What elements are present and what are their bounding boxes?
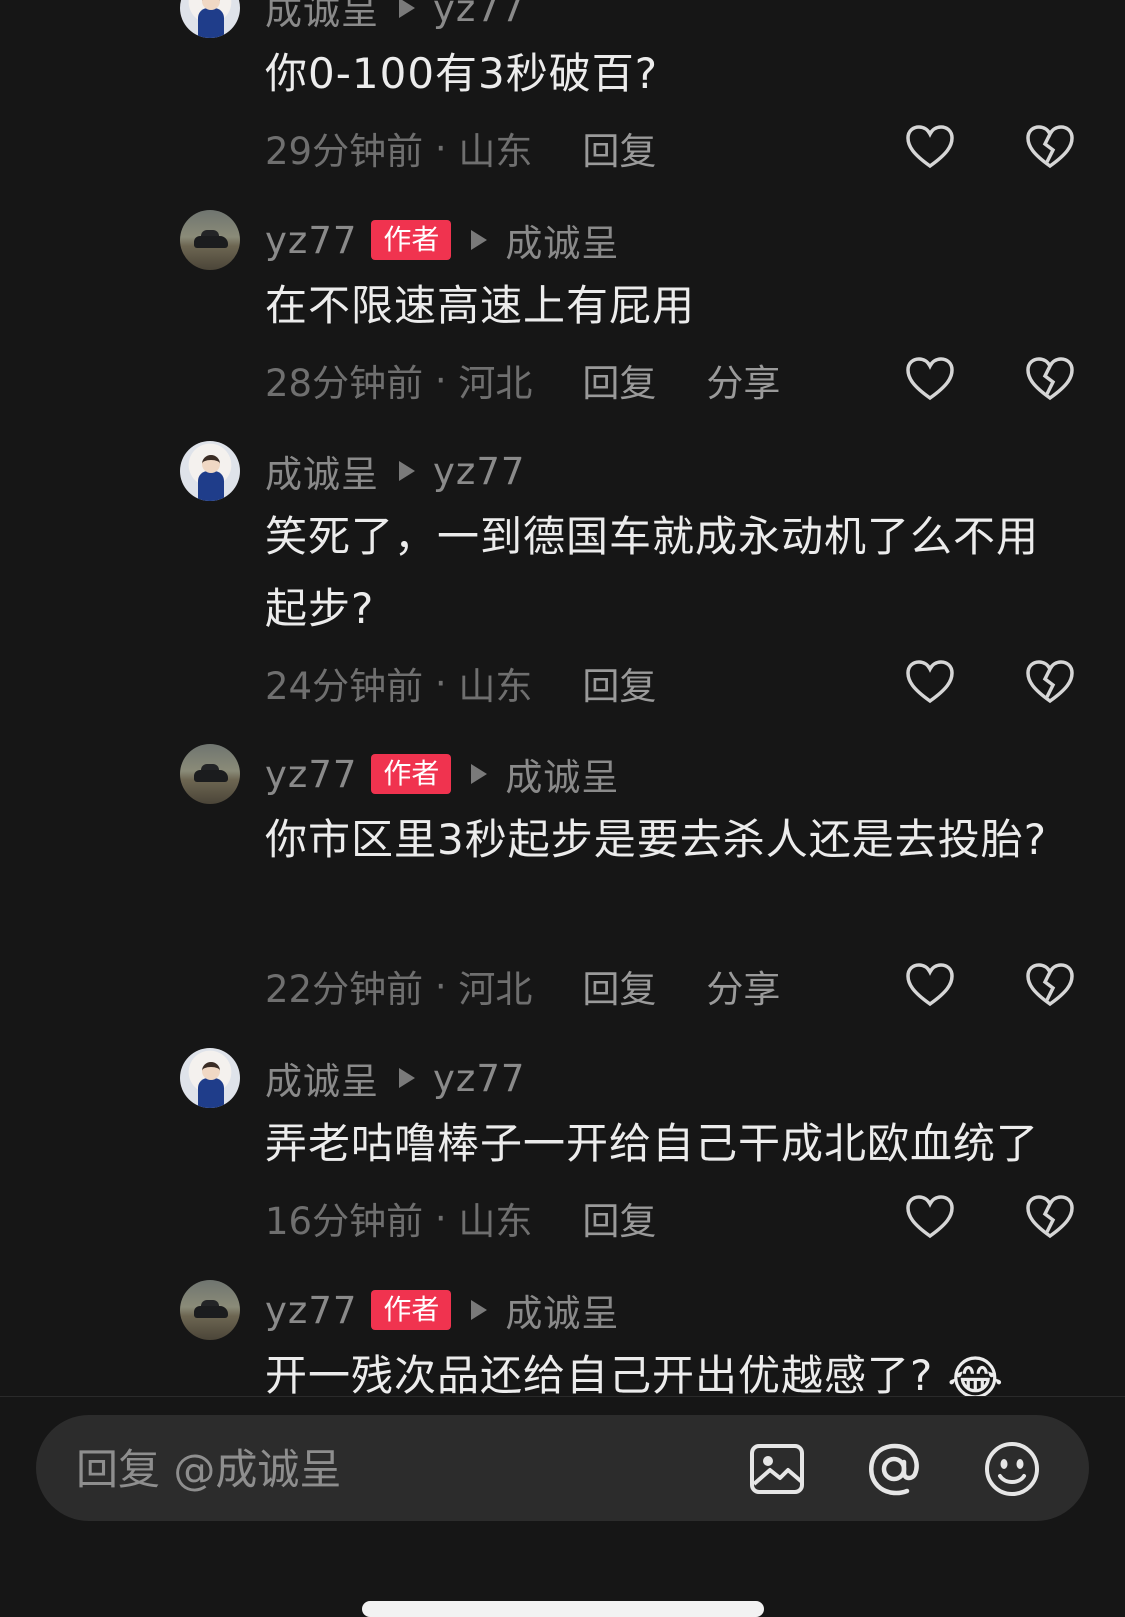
- author-name[interactable]: yz77: [265, 219, 357, 262]
- heart-icon[interactable]: [905, 124, 955, 170]
- avatar[interactable]: [180, 0, 240, 38]
- heart-icon[interactable]: [905, 356, 955, 402]
- comment-text: 你0-100有3秒破百?: [265, 49, 659, 98]
- author-name[interactable]: 成诚呈: [265, 1051, 379, 1105]
- comment-text: 笑死了，一到德国车就成永动机了么不用起步?: [265, 512, 1040, 633]
- author-name[interactable]: 成诚呈: [265, 444, 379, 498]
- reply-pill: [36, 1415, 1089, 1523]
- comment-meta: 成诚呈 yz77: [265, 0, 525, 35]
- author-name[interactable]: 成诚呈: [265, 0, 379, 35]
- reply-arrow-icon: [399, 0, 415, 18]
- avatar[interactable]: [180, 1280, 240, 1340]
- reply-to-name[interactable]: yz77: [433, 0, 525, 30]
- reply-arrow-icon: [471, 764, 488, 784]
- comment-meta: yz77 作者 成诚呈: [265, 747, 619, 801]
- comment-location: 山东: [458, 665, 533, 708]
- emoji-icon[interactable]: [983, 1440, 1041, 1498]
- laughing-emoji-icon: 😂: [947, 1350, 1005, 1397]
- broken-heart-icon[interactable]: [1025, 124, 1075, 170]
- reply-to-name[interactable]: yz77: [433, 1057, 525, 1100]
- comment-text: 弄老咕噜棒子一开给自己干成北欧血统了: [265, 1119, 1040, 1168]
- image-icon[interactable]: [748, 1440, 806, 1498]
- avatar[interactable]: [180, 210, 240, 270]
- comment-info: 24分钟前 · 山东 回复: [265, 656, 656, 710]
- at-icon[interactable]: [865, 1440, 923, 1498]
- avatar[interactable]: [180, 744, 240, 804]
- avatar[interactable]: [180, 441, 240, 501]
- comment-meta: 成诚呈 yz77: [265, 444, 525, 498]
- heart-icon[interactable]: [905, 962, 955, 1008]
- reply-input[interactable]: [74, 1415, 678, 1523]
- reply-arrow-icon: [471, 230, 488, 250]
- reply-to-name[interactable]: 成诚呈: [505, 747, 619, 801]
- broken-heart-icon[interactable]: [1025, 1194, 1075, 1240]
- reply-bar: [0, 1396, 1125, 1617]
- comment-time: 28分钟前: [265, 362, 424, 405]
- heart-icon[interactable]: [905, 1194, 955, 1240]
- comment-time: 16分钟前: [265, 1200, 424, 1243]
- comment-time: 24分钟前: [265, 665, 424, 708]
- comment-time: 22分钟前: [265, 968, 424, 1011]
- reply-button[interactable]: 回复: [582, 656, 656, 710]
- comment-meta: yz77 作者 成诚呈: [265, 213, 619, 267]
- comment-location: 河北: [458, 362, 533, 405]
- heart-icon[interactable]: [905, 659, 955, 705]
- comment-text-block: 开一残次品还给自己开出优越感了? 😂: [265, 1340, 1065, 1397]
- reply-button[interactable]: 回复: [582, 121, 656, 175]
- comment-text: 开一残次品还给自己开出优越感了?: [265, 1351, 934, 1396]
- home-indicator: [362, 1601, 764, 1617]
- reply-button[interactable]: 回复: [582, 959, 656, 1013]
- author-badge: 作者: [371, 220, 452, 260]
- share-button[interactable]: 分享: [706, 959, 780, 1013]
- reply-to-name[interactable]: 成诚呈: [505, 1283, 619, 1337]
- separator-dot: ·: [423, 964, 459, 1008]
- share-button[interactable]: 分享: [706, 353, 780, 407]
- broken-heart-icon[interactable]: [1025, 659, 1075, 705]
- broken-heart-icon[interactable]: [1025, 962, 1075, 1008]
- reply-button[interactable]: 回复: [582, 1191, 656, 1245]
- comment-meta: 成诚呈 yz77: [265, 1051, 525, 1105]
- comment-info: 29分钟前 · 山东 回复: [265, 121, 656, 175]
- author-name[interactable]: yz77: [265, 753, 357, 796]
- reply-to-name[interactable]: yz77: [433, 450, 525, 493]
- comment-text: 在不限速高速上有屁用: [265, 281, 696, 330]
- comment-location: 河北: [458, 968, 533, 1011]
- comment-time: 29分钟前: [265, 130, 424, 173]
- separator-dot: ·: [423, 126, 459, 170]
- reply-arrow-icon: [399, 461, 415, 481]
- separator-dot: ·: [423, 661, 459, 705]
- author-name[interactable]: yz77: [265, 1289, 357, 1332]
- comment-info: 16分钟前 · 山东 回复: [265, 1191, 656, 1245]
- comment-info: 22分钟前 · 河北 回复 分享: [265, 959, 780, 1013]
- separator-dot: ·: [423, 358, 459, 402]
- comment-location: 山东: [458, 130, 533, 173]
- separator-dot: ·: [423, 1196, 459, 1240]
- comment-location: 山东: [458, 1200, 533, 1243]
- reply-button[interactable]: 回复: [582, 353, 656, 407]
- author-badge: 作者: [371, 754, 452, 794]
- reply-to-name[interactable]: 成诚呈: [505, 213, 619, 267]
- comment-text: 你市区里3秒起步是要去杀人还是去投胎?: [265, 815, 1048, 864]
- reply-arrow-icon: [399, 1068, 415, 1088]
- reply-arrow-icon: [471, 1300, 488, 1320]
- comment-meta: yz77 作者 成诚呈: [265, 1283, 619, 1337]
- comment-info: 28分钟前 · 河北 回复 分享: [265, 353, 780, 407]
- avatar[interactable]: [180, 1048, 240, 1108]
- comment-thread: 成诚呈 yz77 你0-100有3秒破百? 29分钟前 · 山东 回复 yz77…: [0, 0, 1125, 1396]
- broken-heart-icon[interactable]: [1025, 356, 1075, 402]
- author-badge: 作者: [371, 1290, 452, 1330]
